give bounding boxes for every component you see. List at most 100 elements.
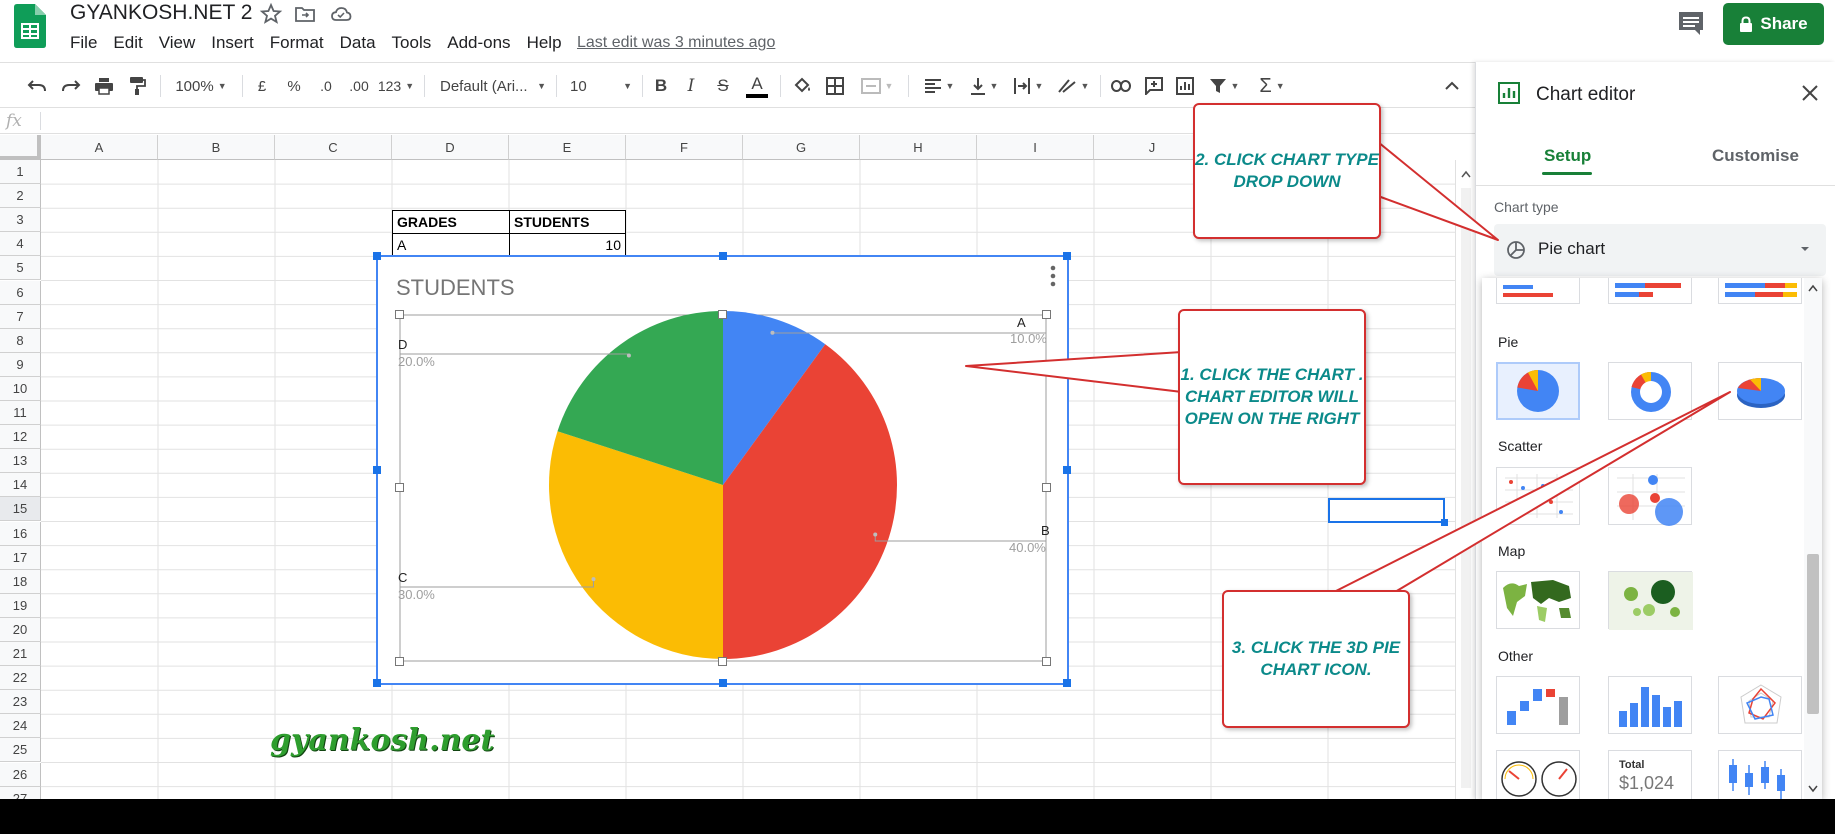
chart-option-doughnut[interactable] xyxy=(1608,362,1692,420)
vertical-align-button[interactable]: ▼ xyxy=(966,73,1002,99)
row-header-27[interactable]: 27 xyxy=(0,786,41,799)
chart-option-bar[interactable] xyxy=(1496,278,1580,304)
chart-option-waterfall[interactable] xyxy=(1496,676,1580,734)
resize-handle-s[interactable] xyxy=(719,679,727,687)
document-title[interactable]: GYANKOSH.NET 2 xyxy=(70,0,252,26)
fill-handle[interactable] xyxy=(1441,519,1448,526)
resize-handle-w[interactable] xyxy=(373,466,381,474)
row-header-24[interactable]: 24 xyxy=(0,714,41,739)
row-header-9[interactable]: 9 xyxy=(0,352,41,377)
chart-option-3d-pie[interactable] xyxy=(1718,362,1802,420)
cloud-status-icon[interactable] xyxy=(329,2,353,26)
row-header-15[interactable]: 15 xyxy=(0,497,41,522)
row-header-8[interactable]: 8 xyxy=(0,328,41,353)
sheets-logo-icon[interactable] xyxy=(12,4,46,48)
menu-view[interactable]: View xyxy=(159,32,206,54)
resize-handle-e[interactable] xyxy=(1063,466,1071,474)
resize-handle-ne[interactable] xyxy=(1063,252,1071,260)
text-wrapping-button[interactable]: ▼ xyxy=(1010,73,1046,99)
paint-format-button[interactable] xyxy=(124,73,150,99)
cell-d3[interactable]: GRADES xyxy=(392,210,510,234)
row-header-21[interactable]: 21 xyxy=(0,642,41,666)
resize-handle-se[interactable] xyxy=(1063,679,1071,687)
move-folder-icon[interactable] xyxy=(293,2,317,26)
horizontal-align-button[interactable]: ▼ xyxy=(920,73,958,99)
select-all-corner[interactable] xyxy=(0,135,41,160)
chart-option-geo-markers[interactable] xyxy=(1608,571,1693,630)
insert-link-button[interactable] xyxy=(1108,73,1134,99)
resize-handle-sw[interactable] xyxy=(373,679,381,687)
cell-d4[interactable]: A xyxy=(392,233,510,257)
menu-file[interactable]: File xyxy=(70,32,107,54)
row-header-13[interactable]: 13 xyxy=(0,449,41,474)
row-header-22[interactable]: 22 xyxy=(0,666,41,691)
row-header-17[interactable]: 17 xyxy=(0,545,41,570)
chart-option-geo[interactable] xyxy=(1496,571,1580,629)
column-header-h[interactable]: H xyxy=(860,135,977,160)
row-header-12[interactable]: 12 xyxy=(0,425,41,450)
row-header-7[interactable]: 7 xyxy=(0,304,41,329)
text-rotation-button[interactable]: ▼ xyxy=(1054,73,1092,99)
column-header-b[interactable]: B xyxy=(158,135,275,160)
functions-button[interactable]: Σ ▼ xyxy=(1252,73,1292,99)
row-header-18[interactable]: 18 xyxy=(0,569,41,594)
row-header-4[interactable]: 4 xyxy=(0,232,41,257)
row-header-26[interactable]: 26 xyxy=(0,762,41,787)
menu-addons[interactable]: Add-ons xyxy=(447,32,520,54)
insert-comment-button[interactable] xyxy=(1141,73,1167,99)
undo-button[interactable] xyxy=(24,73,50,99)
row-header-10[interactable]: 10 xyxy=(0,376,41,401)
chart-type-dropdown[interactable]: Pie chart xyxy=(1494,224,1826,276)
close-icon[interactable] xyxy=(1801,84,1819,102)
chart-option-scorecard[interactable]: Total $1,024 xyxy=(1608,750,1692,799)
chart-option-stacked-bar[interactable] xyxy=(1608,278,1692,304)
row-header-20[interactable]: 20 xyxy=(0,617,41,642)
column-header-g[interactable]: G xyxy=(743,135,860,160)
row-header-11[interactable]: 11 xyxy=(0,401,41,425)
chart-option-scatter[interactable] xyxy=(1496,467,1580,525)
filter-button[interactable]: ▼ xyxy=(1206,73,1242,99)
merge-cells-button[interactable]: ▼ xyxy=(856,73,898,99)
column-header-d[interactable]: D xyxy=(392,135,509,160)
chart-option-bubble[interactable] xyxy=(1608,467,1692,526)
currency-format-button[interactable]: £ xyxy=(252,73,272,99)
column-header-a[interactable]: A xyxy=(41,135,158,160)
tab-setup[interactable]: Setup xyxy=(1544,146,1591,166)
cell-e3[interactable]: STUDENTS xyxy=(509,210,626,234)
decrease-decimal-button[interactable]: .0 xyxy=(313,73,339,99)
plot-handle-s[interactable] xyxy=(718,657,727,666)
more-formats-select[interactable]: 123 ▼ xyxy=(378,73,414,99)
row-header-25[interactable]: 25 xyxy=(0,738,41,763)
strikethrough-button[interactable]: S xyxy=(712,73,734,99)
selected-cell-j15[interactable] xyxy=(1328,498,1445,523)
pie-chart[interactable]: STUDENTS A 10.0% D 20.0% B 40.0% C 30.0% xyxy=(373,252,1071,687)
scroll-up-icon[interactable] xyxy=(1461,170,1471,178)
plot-handle-nw[interactable] xyxy=(395,310,404,319)
row-header-1[interactable]: 1 xyxy=(0,160,41,184)
plot-handle-w[interactable] xyxy=(395,483,404,492)
menu-format[interactable]: Format xyxy=(270,32,334,54)
chart-option-100-stacked-bar[interactable] xyxy=(1718,278,1802,304)
row-header-5[interactable]: 5 xyxy=(0,256,41,281)
chart-type-scrollbar[interactable] xyxy=(1804,278,1822,799)
star-icon[interactable] xyxy=(259,2,283,26)
plot-handle-e[interactable] xyxy=(1042,483,1051,492)
last-edit-link[interactable]: Last edit was 3 minutes ago xyxy=(577,32,775,54)
zoom-select[interactable]: 100% ▼ xyxy=(170,73,232,99)
resize-handle-nw[interactable] xyxy=(373,252,381,260)
print-button[interactable] xyxy=(91,73,117,99)
text-color-button[interactable]: A xyxy=(744,71,770,101)
cell-e4[interactable]: 10 xyxy=(509,233,626,257)
percent-format-button[interactable]: % xyxy=(284,73,304,99)
chart-option-pie[interactable] xyxy=(1496,362,1580,420)
fill-color-button[interactable] xyxy=(790,73,816,99)
menu-tools[interactable]: Tools xyxy=(392,32,442,54)
plot-handle-se[interactable] xyxy=(1042,657,1051,666)
tab-customise[interactable]: Customise xyxy=(1712,146,1799,166)
plot-handle-ne[interactable] xyxy=(1042,310,1051,319)
column-header-f[interactable]: F xyxy=(626,135,743,160)
scroll-down-icon[interactable] xyxy=(1808,785,1818,793)
row-header-2[interactable]: 2 xyxy=(0,184,41,209)
resize-handle-n[interactable] xyxy=(719,252,727,260)
font-size-select[interactable]: 10 ▼ xyxy=(570,73,632,99)
